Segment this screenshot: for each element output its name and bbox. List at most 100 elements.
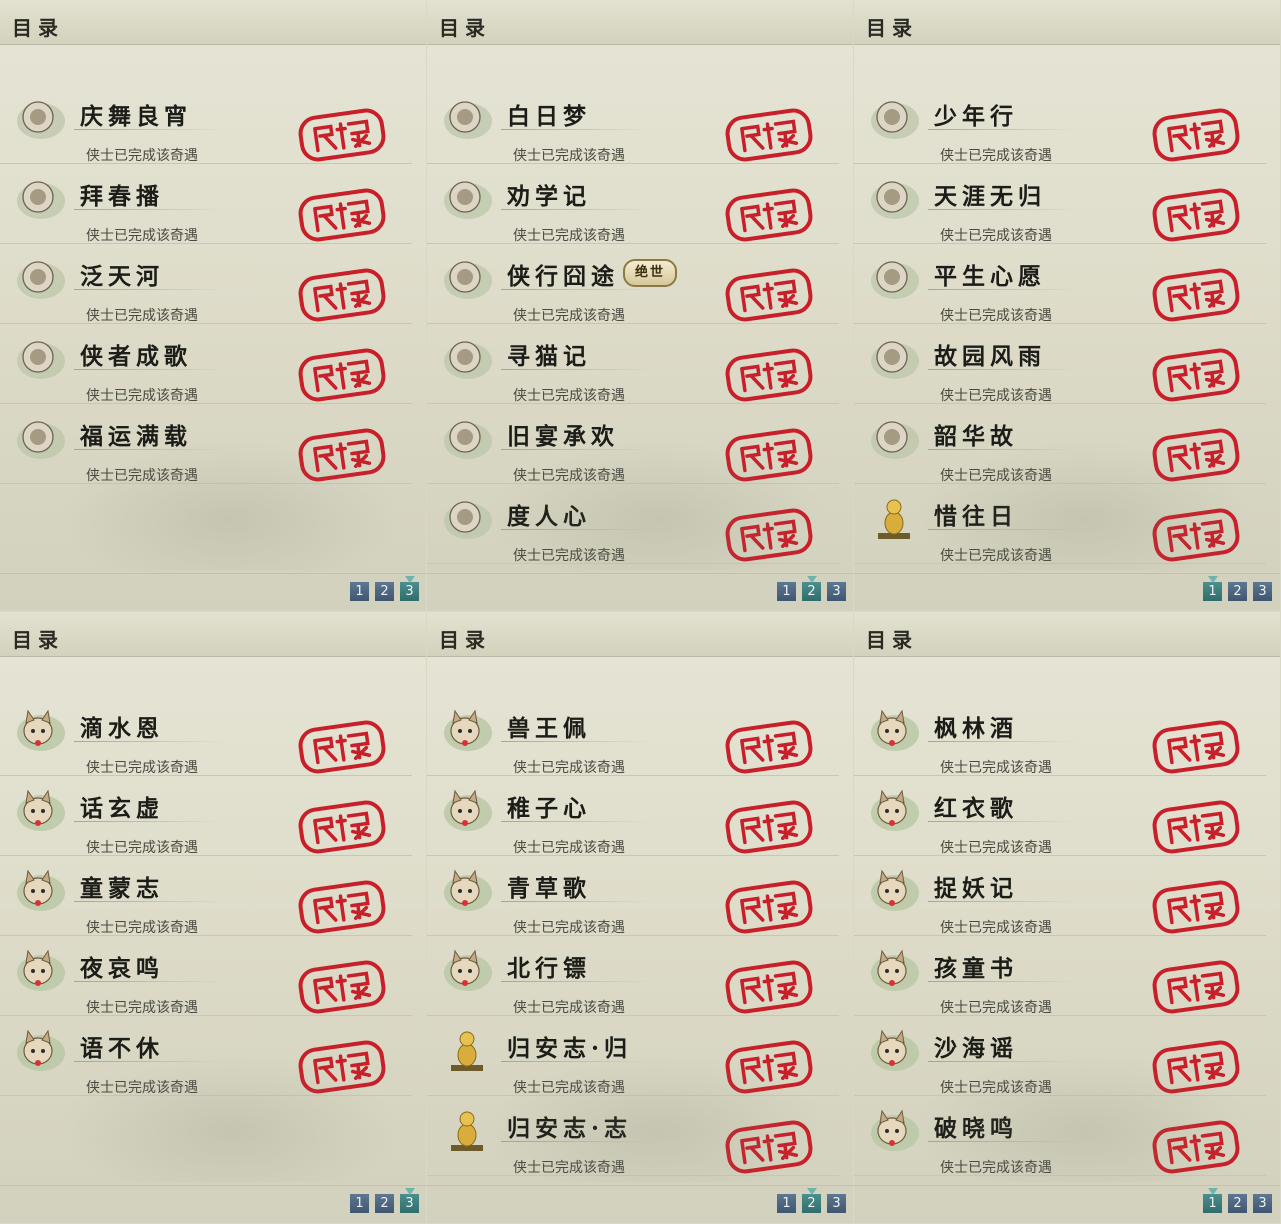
encounter-status: 侠士已完成该奇遇: [86, 920, 198, 936]
page-button-1[interactable]: 1: [350, 582, 369, 601]
cat-face-icon: [441, 705, 495, 755]
divider: [427, 573, 853, 574]
divider: [928, 529, 1078, 530]
encounter-entry[interactable]: 拜春播 侠士已完成该奇遇: [0, 165, 412, 245]
encounter-entry[interactable]: 寻猫记 侠士已完成该奇遇: [427, 325, 839, 405]
divider: [854, 403, 1266, 404]
page-button-1[interactable]: 1: [1203, 576, 1222, 601]
encounter-name: 红衣歌: [934, 795, 1018, 822]
encounter-entry[interactable]: 惜往日 侠士已完成该奇遇: [854, 485, 1266, 565]
page-button-2[interactable]: 2: [375, 582, 394, 601]
encounter-entry[interactable]: 青草歌 侠士已完成该奇遇: [427, 857, 839, 937]
encounter-entry[interactable]: 侠行囧途 侠士已完成该奇遇 绝世: [427, 245, 839, 325]
encounter-name: 归安志·归: [507, 1035, 633, 1062]
page-button-3[interactable]: 3: [400, 1188, 419, 1213]
encounter-status: 侠士已完成该奇遇: [513, 228, 625, 244]
encounter-entry[interactable]: 北行镖 侠士已完成该奇遇: [427, 937, 839, 1017]
encounter-entry[interactable]: 故园风雨 侠士已完成该奇遇: [854, 325, 1266, 405]
panel-header: 目录: [854, 0, 1280, 45]
divider: [427, 775, 839, 776]
encounter-status: 侠士已完成该奇遇: [86, 760, 198, 776]
encounter-entry[interactable]: 度人心 侠士已完成该奇遇: [427, 485, 839, 565]
encounter-entry[interactable]: 红衣歌 侠士已完成该奇遇: [854, 777, 1266, 857]
encounter-entry[interactable]: 枫林酒 侠士已完成该奇遇: [854, 697, 1266, 777]
completed-seal-icon: [1149, 797, 1243, 857]
page-button-1[interactable]: 1: [777, 582, 796, 601]
encounter-entry[interactable]: 福运满载 侠士已完成该奇遇: [0, 405, 412, 485]
page-button-1[interactable]: 1: [350, 1194, 369, 1213]
completed-seal-icon: [722, 877, 816, 937]
page-button-3[interactable]: 3: [1253, 1194, 1272, 1213]
divider: [928, 209, 1078, 210]
encounter-entry[interactable]: 夜哀鸣 侠士已完成该奇遇: [0, 937, 412, 1017]
page-button-3[interactable]: 3: [827, 1194, 846, 1213]
page-button-1[interactable]: 1: [1203, 1188, 1222, 1213]
completed-seal-icon: [295, 1037, 389, 1097]
encounter-entry[interactable]: 白日梦 侠士已完成该奇遇: [427, 85, 839, 165]
encounter-entry[interactable]: 少年行 侠士已完成该奇遇: [854, 85, 1266, 165]
encounter-entry[interactable]: 话玄虚 侠士已完成该奇遇: [0, 777, 412, 857]
encounter-status: 侠士已完成该奇遇: [940, 548, 1052, 564]
encounter-entry[interactable]: 庆舞良宵 侠士已完成该奇遇: [0, 85, 412, 165]
divider: [501, 1141, 651, 1142]
divider: [501, 209, 651, 210]
encounter-entry[interactable]: 滴水恩 侠士已完成该奇遇: [0, 697, 412, 777]
encounter-entry[interactable]: 归安志·志 侠士已完成该奇遇: [427, 1097, 839, 1177]
divider: [0, 775, 412, 776]
divider: [0, 243, 412, 244]
gray-cat-icon: [441, 333, 495, 383]
divider: [501, 449, 651, 450]
jade-ornament-icon: [868, 413, 922, 463]
page-button-3[interactable]: 3: [1253, 582, 1272, 601]
divider: [854, 563, 1266, 564]
thumbs-up-icon: [441, 413, 495, 463]
encounter-status: 侠士已完成该奇遇: [86, 148, 198, 164]
encounter-entry[interactable]: 泛天河 侠士已完成该奇遇: [0, 245, 412, 325]
divider: [854, 1015, 1266, 1016]
encounter-entry[interactable]: 语不休 侠士已完成该奇遇: [0, 1017, 412, 1097]
divider: [74, 369, 224, 370]
page-button-2[interactable]: 2: [802, 1188, 821, 1213]
completed-seal-icon: [722, 185, 816, 245]
page-button-2[interactable]: 2: [1228, 1194, 1247, 1213]
encounter-entry[interactable]: 破晓鸣 侠士已完成该奇遇: [854, 1097, 1266, 1177]
page-button-2[interactable]: 2: [1228, 582, 1247, 601]
panel-title: 目录: [866, 16, 918, 40]
encounter-entry[interactable]: 侠者成歌 侠士已完成该奇遇: [0, 325, 412, 405]
encounter-entry[interactable]: 沙海谣 侠士已完成该奇遇: [854, 1017, 1266, 1097]
page-button-2[interactable]: 2: [802, 576, 821, 601]
page-button-2[interactable]: 2: [375, 1194, 394, 1213]
encounter-entry[interactable]: 童蒙志 侠士已完成该奇遇: [0, 857, 412, 937]
encounter-status: 侠士已完成该奇遇: [513, 1160, 625, 1176]
lion-dance-icon: [14, 93, 68, 143]
encounter-status: 侠士已完成该奇遇: [940, 1080, 1052, 1096]
encounter-entry[interactable]: 平生心愿 侠士已完成该奇遇: [854, 245, 1266, 325]
divider: [0, 163, 412, 164]
divider: [0, 1185, 426, 1186]
encounter-entry[interactable]: 归安志·归 侠士已完成该奇遇: [427, 1017, 839, 1097]
encounter-name: 度人心: [507, 503, 591, 530]
page-button-1[interactable]: 1: [777, 1194, 796, 1213]
husky-dog-icon: [14, 413, 68, 463]
encounter-entry[interactable]: 稚子心 侠士已完成该奇遇: [427, 777, 839, 857]
journal-panel: 目录 滴水恩 侠士已完成该奇遇 话玄虚 侠士已完成该奇遇 童蒙志 侠士已完成该奇…: [0, 612, 426, 1223]
divider: [854, 855, 1266, 856]
encounter-entry[interactable]: 天涯无归 侠士已完成该奇遇: [854, 165, 1266, 245]
encounter-status: 侠士已完成该奇遇: [940, 468, 1052, 484]
encounter-entry[interactable]: 捉妖记 侠士已完成该奇遇: [854, 857, 1266, 937]
encounter-name: 拜春播: [80, 183, 164, 210]
encounter-name: 兽王佩: [507, 715, 591, 742]
encounter-name: 泛天河: [80, 263, 164, 290]
encounter-entry[interactable]: 兽王佩 侠士已完成该奇遇: [427, 697, 839, 777]
divider: [427, 483, 839, 484]
page-button-3[interactable]: 3: [827, 582, 846, 601]
divider: [928, 1061, 1078, 1062]
page-button-3[interactable]: 3: [400, 576, 419, 601]
completed-seal-icon: [1149, 877, 1243, 937]
encounter-entry[interactable]: 劝学记 侠士已完成该奇遇: [427, 165, 839, 245]
encounter-entry[interactable]: 韶华故 侠士已完成该奇遇: [854, 405, 1266, 485]
encounter-entry[interactable]: 孩童书 侠士已完成该奇遇: [854, 937, 1266, 1017]
divider: [74, 981, 224, 982]
encounter-entry[interactable]: 旧宴承欢 侠士已完成该奇遇: [427, 405, 839, 485]
encounter-status: 侠士已完成该奇遇: [513, 1080, 625, 1096]
